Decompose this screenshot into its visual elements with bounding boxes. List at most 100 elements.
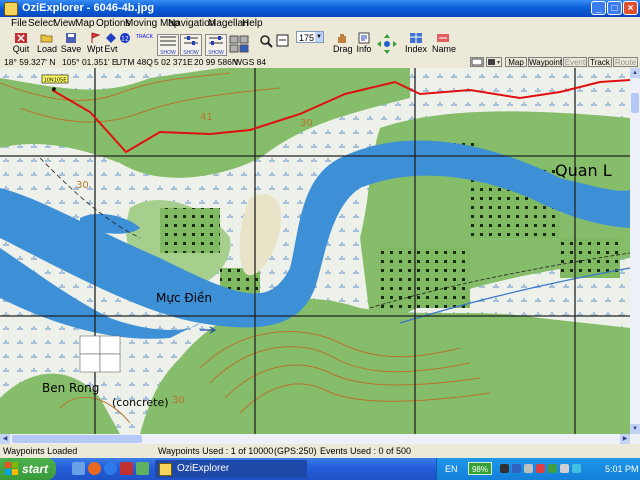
quicklaunch-extra-icon[interactable]	[136, 462, 149, 475]
pan-button[interactable]	[376, 33, 398, 55]
menu-view[interactable]: View	[54, 17, 76, 31]
view-button-map[interactable]: Map	[505, 57, 527, 67]
tray-network-icon[interactable]	[500, 464, 509, 473]
show-sliders-icon	[184, 36, 198, 45]
scroll-right-icon[interactable]: ▶	[620, 434, 630, 444]
taskbar: start OziExplorer EN 5:01 PM 98%	[0, 458, 640, 480]
tray-volume-icon[interactable]	[560, 464, 569, 473]
menu-help[interactable]: Help	[242, 17, 263, 31]
route-button[interactable]: 12	[118, 32, 132, 56]
place-label-muc-dien: Mực Điền	[156, 291, 212, 305]
contour-label: 30	[300, 118, 313, 129]
vertical-scrollbar[interactable]: ▲ ▼	[630, 68, 640, 434]
index-button[interactable]: Index	[405, 32, 427, 54]
status-waypoints-used: Waypoints Used : 1 of 10000	[158, 446, 274, 456]
load-button[interactable]: Load	[36, 32, 58, 56]
utm-zone-readout: UTM 48Q	[116, 57, 153, 67]
clock[interactable]: 5:01 PM	[605, 458, 639, 480]
info-button[interactable]: Info	[355, 32, 373, 54]
topographic-map[interactable]: 10N105E Quan L Mực Điền Ben Rong (concre…	[0, 68, 630, 434]
horizontal-scroll-thumb[interactable]	[12, 435, 142, 443]
view-button-route[interactable]: Route	[613, 57, 638, 67]
language-indicator[interactable]: EN	[445, 458, 458, 480]
tray-update-icon[interactable]	[548, 464, 557, 473]
save-view-button[interactable]	[486, 57, 502, 67]
status-bar: Waypoints Loaded Waypoints Used : 1 of 1…	[0, 444, 640, 458]
easting-readout: 5 02 371E	[154, 57, 193, 67]
longitude-readout: 105° 01.351' E	[62, 57, 118, 67]
close-button[interactable]: ×	[623, 1, 638, 15]
place-label-ben-rong: Ben Rong	[42, 381, 99, 395]
start-button[interactable]: start	[0, 458, 56, 480]
map-tools-button[interactable]	[228, 34, 250, 54]
view-button-waypoint[interactable]: Waypoint	[528, 57, 562, 67]
folder-open-icon	[40, 34, 53, 43]
quicklaunch-ie-icon[interactable]	[104, 462, 117, 475]
map-tools-icon	[229, 35, 249, 53]
quicklaunch-app-icon[interactable]	[120, 462, 133, 475]
map-list-button[interactable]	[470, 57, 484, 67]
save-button[interactable]: Save	[60, 32, 82, 56]
menu-map[interactable]: Map	[75, 17, 94, 31]
zoom-window-icon	[276, 34, 289, 47]
tray-alert-icon[interactable]	[536, 464, 545, 473]
view-button-event[interactable]: Event	[563, 57, 587, 67]
index-icon	[410, 33, 422, 43]
status-events-used: Events Used : 0 of 500	[320, 446, 412, 456]
minimize-button[interactable]: _	[591, 1, 606, 15]
quit-button[interactable]: Quit	[8, 32, 34, 56]
view-button-track[interactable]: Track	[588, 57, 612, 67]
tray-bluetooth-icon[interactable]	[512, 464, 521, 473]
waypoint-flag-icon	[91, 32, 101, 43]
app-icon	[4, 2, 18, 16]
show-tracks-icon	[209, 36, 223, 45]
magnifier-icon	[260, 35, 273, 48]
menu-file[interactable]: File	[11, 17, 27, 31]
show-tracks-button[interactable]: SHOW	[205, 34, 227, 56]
contour-label: 30	[76, 180, 89, 191]
map-canvas[interactable]: 10N105E Quan L Mực Điền Ben Rong (concre…	[0, 68, 630, 434]
tray-security-icon[interactable]	[524, 464, 533, 473]
oziexplorer-icon	[159, 463, 172, 476]
village-center	[160, 208, 220, 253]
show-events-button[interactable]: SHOW	[180, 34, 202, 56]
save-small-icon	[488, 59, 500, 65]
scroll-left-icon[interactable]: ◀	[0, 434, 10, 444]
taskbar-item-oziexplorer[interactable]: OziExplorer	[155, 460, 307, 478]
place-label-quan-lang: Quan L	[555, 161, 612, 180]
horizontal-scrollbar[interactable]: ◀ ▶	[0, 434, 640, 444]
info-icon	[358, 32, 370, 44]
scroll-up-icon[interactable]: ▲	[630, 68, 640, 78]
track-toggle[interactable]: TRACK	[136, 32, 153, 42]
menu-select[interactable]: Select	[28, 17, 56, 31]
drag-button[interactable]: Drag	[333, 32, 353, 54]
waypoint-button[interactable]: Wpt	[86, 32, 104, 56]
chevron-down-icon: ▼	[315, 32, 323, 42]
list-icon	[471, 58, 483, 66]
name-tag-icon	[437, 34, 449, 42]
window-title: OziExplorer - 6046-4b.jpg	[22, 2, 155, 14]
scroll-down-icon[interactable]: ▼	[630, 424, 640, 434]
windows-logo-icon	[5, 462, 18, 475]
tray-wifi-icon[interactable]	[572, 464, 581, 473]
vertical-scroll-thumb[interactable]	[631, 93, 639, 113]
quicklaunch-desktop-icon[interactable]	[72, 462, 85, 475]
title-bar[interactable]: OziExplorer - 6046-4b.jpg _ □ ×	[0, 0, 640, 17]
latitude-readout: 18° 59.327' N	[4, 57, 56, 67]
event-button[interactable]: Evt	[104, 32, 118, 56]
map-cursor-box	[79, 335, 121, 373]
waypoint-label: 10N105E	[44, 78, 67, 84]
zoom-select[interactable]: 175 ▼	[296, 31, 324, 43]
waypoint-dot	[52, 87, 56, 91]
pan-arrows-icon	[377, 34, 397, 54]
zoom-in-button[interactable]	[259, 34, 273, 54]
battery-indicator[interactable]: 98%	[468, 462, 492, 475]
show-waypoints-button[interactable]: SHOW	[157, 34, 179, 56]
svg-text:12: 12	[121, 36, 129, 43]
status-gps: (GPS:250)	[274, 446, 317, 456]
name-button[interactable]: Name	[432, 32, 456, 54]
maximize-button[interactable]: □	[607, 1, 622, 15]
northing-readout: 20 99 586N	[194, 57, 238, 67]
zoom-out-button[interactable]	[276, 34, 290, 54]
quicklaunch-firefox-icon[interactable]	[88, 462, 101, 475]
